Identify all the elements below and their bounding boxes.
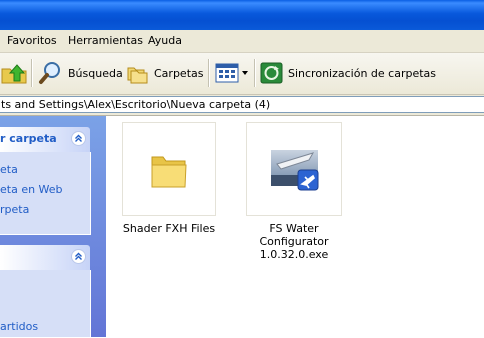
file-view: Shader FXH Files FS Water Configurator 1… [107, 116, 484, 337]
task-link[interactable]: rpeta [0, 203, 29, 216]
address-input[interactable]: ts and Settings\Alex\Escritorio\Nueva ca… [0, 96, 484, 113]
sync-folders-button[interactable]: Sincronización de carpetas [260, 59, 436, 87]
other-places-header[interactable] [0, 245, 90, 270]
folder-tasks-header[interactable]: r carpeta [0, 127, 90, 152]
file-item-exe[interactable]: FS Water Configurator 1.0.32.0.exe [246, 122, 342, 261]
file-item-folder[interactable]: Shader FXH Files [122, 122, 216, 242]
menu-herramientas[interactable]: Herramientas [68, 34, 143, 47]
address-bar: ts and Settings\Alex\Escritorio\Nueva ca… [0, 95, 484, 116]
thumbnail-frame [122, 122, 216, 216]
standard-toolbar: Búsqueda Carpetas Sincronización de carp… [0, 53, 484, 95]
chevron-down-icon [242, 71, 248, 75]
folder-icon [151, 156, 187, 188]
search-button-label: Búsqueda [68, 66, 123, 80]
chevron-up-icon [75, 134, 82, 142]
file-name: FS Water Configurator 1.0.32.0.exe [236, 222, 352, 261]
sync-folders-label: Sincronización de carpetas [288, 66, 437, 80]
folders-icon [127, 67, 148, 84]
menu-ayuda[interactable]: Ayuda [148, 34, 182, 47]
file-name-line1: FS Water Configurator [259, 222, 329, 248]
thumbnail-frame [246, 122, 342, 216]
task-link[interactable]: eta [0, 163, 18, 176]
other-places-body: artidos [0, 270, 91, 338]
views-button[interactable] [214, 59, 250, 87]
toolbar-separator [254, 59, 256, 87]
folders-button[interactable]: Carpetas [126, 59, 203, 87]
up-folder-button[interactable] [0, 59, 30, 87]
task-link[interactable]: artidos [0, 320, 38, 333]
task-link[interactable]: eta en Web [0, 183, 63, 196]
sync-icon [260, 62, 283, 84]
toolbar-separator [208, 59, 210, 87]
folder-tasks-title: r carpeta [0, 132, 57, 145]
file-name: Shader FXH Files [122, 222, 216, 235]
collapse-button[interactable] [71, 249, 86, 264]
menu-bar: Favoritos Herramientas Ayuda [0, 30, 484, 53]
collapse-button[interactable] [71, 131, 86, 146]
folder-tasks-body: eta eta en Web rpeta [0, 152, 91, 235]
up-folder-icon [1, 64, 27, 84]
toolbar-separator [31, 59, 33, 87]
views-icon [215, 63, 248, 83]
task-pane: r carpeta eta eta en Web rpeta artidos [0, 116, 106, 338]
menu-favoritos[interactable]: Favoritos [7, 34, 57, 47]
chevron-up-icon [75, 252, 82, 260]
file-name-line2: 1.0.32.0.exe [259, 248, 329, 261]
exe-app-icon [271, 150, 319, 191]
search-icon [39, 62, 60, 84]
folders-button-label: Carpetas [154, 66, 204, 80]
window-titlebar[interactable] [0, 0, 484, 30]
search-button[interactable]: Búsqueda [38, 59, 123, 87]
